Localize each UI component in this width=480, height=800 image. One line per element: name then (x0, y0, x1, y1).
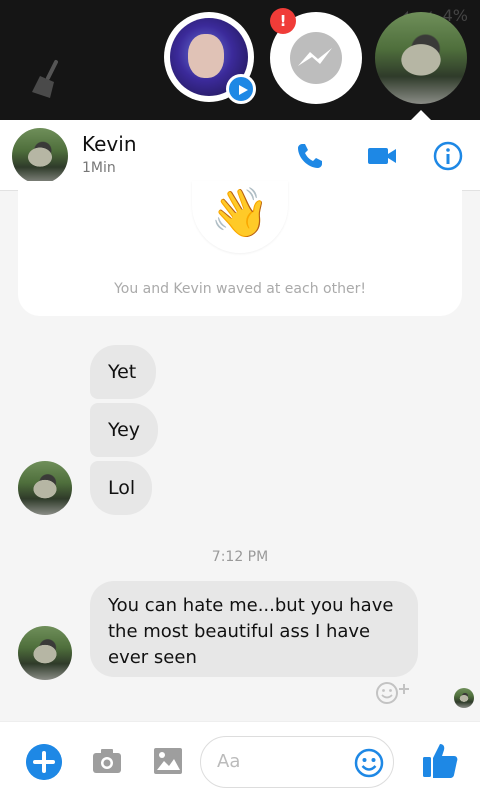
contact-name[interactable]: Kevin (82, 132, 137, 156)
wave-notice-text: You and Kevin waved at each other! (114, 281, 366, 297)
message-input-placeholder: Aa (217, 751, 241, 772)
chat-head-kevin[interactable] (375, 12, 467, 104)
message-bubble[interactable]: You can hate me...but you have the most … (90, 581, 418, 677)
messenger-icon (290, 32, 342, 84)
wave-notice-card: 👋 You and Kevin waved at each other! (18, 181, 462, 316)
message-bubble[interactable]: Yet (90, 345, 156, 399)
sender-avatar[interactable] (18, 461, 72, 515)
broom-icon[interactable] (26, 58, 70, 102)
sender-avatar[interactable] (18, 626, 72, 680)
emoji-icon[interactable] (353, 747, 385, 779)
phone-icon[interactable] (294, 140, 326, 172)
avatar[interactable] (12, 128, 68, 184)
alert-badge: ! (270, 8, 296, 34)
message-bubble[interactable]: Lol (90, 461, 152, 515)
plus-icon[interactable] (26, 744, 62, 780)
conversation-area[interactable]: 👋 You and Kevin waved at each other! Yet… (0, 181, 480, 721)
message-timestamp: 7:12 PM (211, 549, 269, 565)
seen-indicator-avatar (454, 688, 474, 708)
message-bubble[interactable]: Yey (90, 403, 158, 457)
info-icon[interactable] (432, 140, 464, 172)
message-composer: Aa (0, 721, 480, 800)
waving-hand-icon: 👋 (210, 185, 270, 241)
play-badge-icon (226, 74, 256, 104)
chat-panel: Kevin 1Min 👋 You and Kevin waved at each… (0, 120, 480, 800)
video-icon[interactable] (366, 140, 398, 172)
active-status: 1Min (82, 160, 116, 176)
camera-icon[interactable] (91, 745, 123, 777)
wave-circle: 👋 (192, 181, 288, 253)
add-reaction-icon[interactable] (374, 680, 414, 706)
thumbs-up-icon[interactable] (420, 740, 460, 780)
gallery-icon[interactable] (152, 745, 184, 777)
message-input[interactable]: Aa (200, 736, 394, 788)
